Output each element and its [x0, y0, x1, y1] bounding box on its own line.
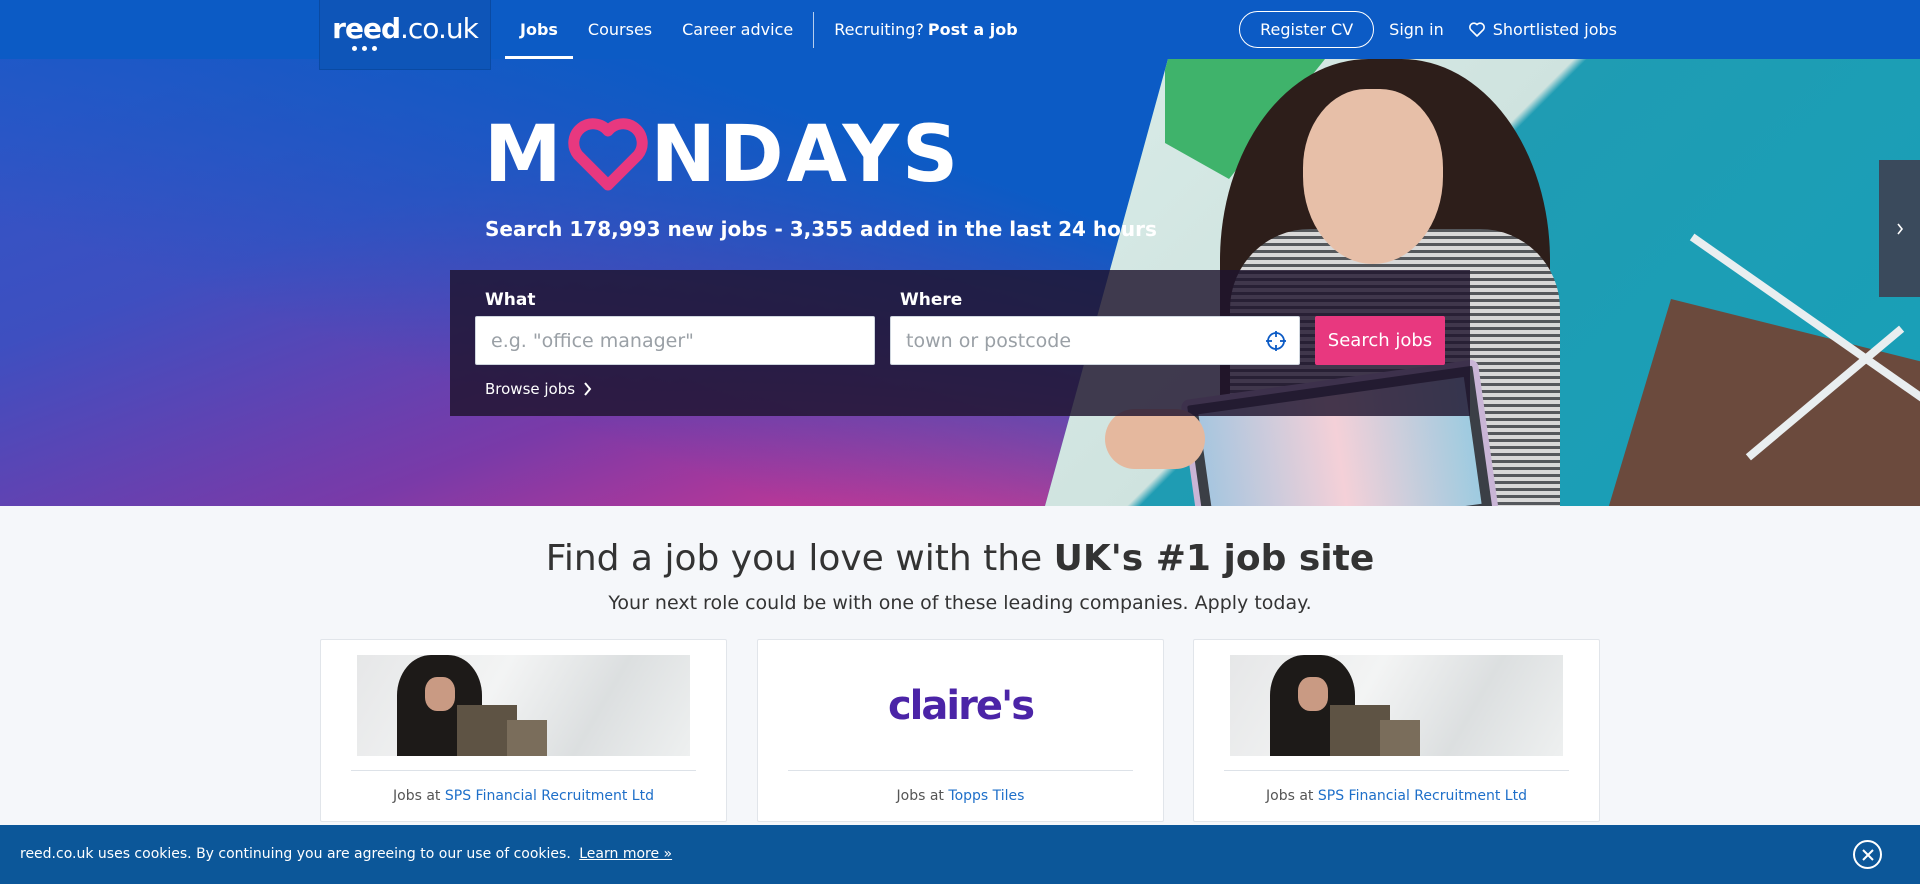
- chevron-right-icon: [584, 382, 592, 396]
- jobs-at-text: Jobs at SPS Financial Recruitment Ltd: [393, 788, 654, 804]
- side-panel-toggle[interactable]: [1879, 160, 1920, 297]
- search-jobs-button[interactable]: Search jobs: [1315, 316, 1445, 365]
- logo-dots: [352, 46, 378, 51]
- nav-career-advice[interactable]: Career advice: [667, 0, 808, 59]
- heart-icon: [567, 118, 648, 191]
- company-link[interactable]: Topps Tiles: [948, 788, 1024, 804]
- learn-more-link[interactable]: Learn more »: [579, 846, 672, 862]
- reed-logo: reed.co.uk: [332, 12, 479, 51]
- sign-in-link[interactable]: Sign in: [1389, 20, 1444, 39]
- company-logo: [357, 655, 690, 756]
- chevron-right-icon: [1896, 223, 1903, 234]
- register-cv-button[interactable]: Register CV: [1239, 11, 1375, 48]
- shortlisted-label: Shortlisted jobs: [1492, 20, 1617, 39]
- what-field-wrapper: [475, 316, 875, 365]
- nav-jobs[interactable]: Jobs: [505, 0, 573, 59]
- company-card[interactable]: claire's Jobs at Topps Tiles: [757, 639, 1164, 822]
- jobs-at-text: Jobs at Topps Tiles: [896, 788, 1025, 804]
- company-link[interactable]: SPS Financial Recruitment Ltd: [1318, 788, 1527, 804]
- close-icon: [1861, 848, 1874, 861]
- what-input[interactable]: [491, 329, 859, 352]
- nav-post-a-job[interactable]: Recruiting? Post a job: [819, 0, 1032, 59]
- header-actions: Register CV Sign in Shortlisted jobs: [1239, 0, 1617, 59]
- hero-content: M NDAYS Search 178,993 new jobs - 3,355 …: [450, 59, 1470, 506]
- jobs-at-text: Jobs at SPS Financial Recruitment Ltd: [1266, 788, 1527, 804]
- where-input[interactable]: [906, 329, 1284, 352]
- nav-courses[interactable]: Courses: [573, 0, 667, 59]
- company-logo: [1230, 655, 1563, 756]
- page-tagline: Find a job you love with the UK's #1 job…: [545, 538, 1375, 579]
- where-label: Where: [900, 290, 963, 310]
- company-card[interactable]: Jobs at SPS Financial Recruitment Ltd: [1193, 639, 1600, 822]
- logo-link[interactable]: reed.co.uk: [319, 0, 491, 70]
- company-card[interactable]: Jobs at SPS Financial Recruitment Ltd: [320, 639, 727, 822]
- shortlisted-jobs-link[interactable]: Shortlisted jobs: [1468, 20, 1617, 39]
- what-label: What: [485, 290, 536, 310]
- page-subline: Your next role could be with one of thes…: [608, 592, 1312, 614]
- recruiting-prefix: Recruiting?: [834, 20, 924, 39]
- hero-subtitle: Search 178,993 new jobs - 3,355 added in…: [485, 217, 1157, 241]
- close-circle-icon[interactable]: [1853, 840, 1882, 869]
- main-nav: Jobs Courses Career advice Recruiting? P…: [505, 0, 1033, 59]
- heart-outline-icon: [1468, 22, 1485, 37]
- site-header: reed.co.uk Jobs Courses Career advice Re…: [0, 0, 1920, 70]
- company-link[interactable]: SPS Financial Recruitment Ltd: [445, 788, 654, 804]
- cookie-message: reed.co.uk uses cookies. By continuing y…: [20, 846, 673, 862]
- nav-separator: [813, 11, 815, 48]
- cookie-banner: reed.co.uk uses cookies. By continuing y…: [0, 825, 1920, 884]
- crosshair-icon[interactable]: [1265, 330, 1287, 352]
- browse-jobs-link[interactable]: Browse jobs: [485, 380, 592, 398]
- mondays-title: M NDAYS: [484, 110, 962, 200]
- where-field-wrapper: [890, 316, 1300, 365]
- post-a-job-label: Post a job: [927, 20, 1018, 39]
- company-logo: claire's: [887, 682, 1035, 729]
- search-panel: What Where Search jobs Browse jobs: [450, 270, 1470, 416]
